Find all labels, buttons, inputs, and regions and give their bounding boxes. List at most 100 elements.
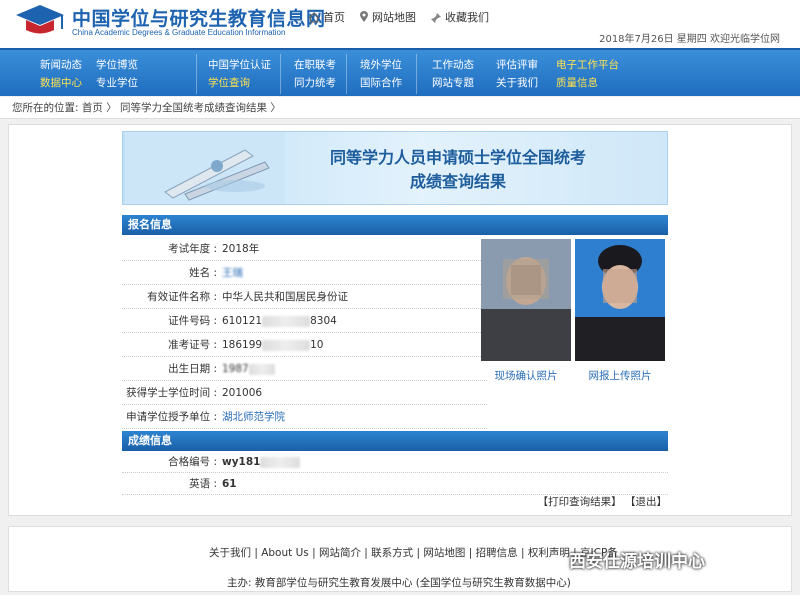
banner-title-line1: 同等学力人员申请硕士学位全国统考 <box>329 148 586 167</box>
nav-data-center[interactable]: 数据中心 <box>40 74 82 92</box>
nav-degree-query[interactable]: 学位查询 <box>208 74 271 92</box>
redacted-mask <box>260 456 301 468</box>
cert-number-label: 合格编号 : <box>168 456 217 468</box>
english-label: 英语 : <box>189 478 217 490</box>
home-link-label: 首页 <box>323 11 345 24</box>
person-photo-icon <box>481 239 571 361</box>
exit-button[interactable]: 【退出】 <box>625 496 667 508</box>
date-greeting: 2018年7月26日 星期四 欢迎光临学位网 <box>599 34 780 45</box>
site-footer: 关于我们 | About Us | 网站简介 | 联系方式 | 网站地图 | 招… <box>8 526 792 592</box>
bookmark-label: 收藏我们 <box>445 11 489 24</box>
home-link[interactable]: 首页 <box>308 9 345 25</box>
bookmark-link[interactable]: 收藏我们 <box>430 9 489 25</box>
nav-divider <box>346 54 347 94</box>
bachelor-date-value: 201006 <box>222 387 263 399</box>
degree-unit-value: 湖北师范学院 <box>222 411 285 423</box>
birth-date-label: 出生日期 : <box>168 363 217 375</box>
bookmark-icon <box>431 12 441 23</box>
nav-equivalent-exam[interactable]: 同力统考 <box>294 74 336 92</box>
info-row: 出生日期 : 1987 <box>122 357 487 381</box>
nav-quality-info[interactable]: 质量信息 <box>556 74 619 92</box>
exam-year-label: 考试年度 : <box>168 243 217 255</box>
id-number-value: 610121 8304 <box>222 315 337 327</box>
banner-title: 同等学力人员申请硕士学位全国统考 成绩查询结果 <box>293 146 623 194</box>
english-score-value: 61 <box>222 478 237 490</box>
nav-e-platform[interactable]: 电子工作平台 <box>556 56 619 74</box>
score-section-header: 成绩信息 <box>122 431 668 451</box>
redacted-mask <box>248 363 275 375</box>
nav-col-6: 工作动态 网站专题 <box>432 56 474 92</box>
info-row: 姓名 : 王瑞 <box>122 261 487 285</box>
nav-degree-certification[interactable]: 中国学位认证 <box>208 56 271 74</box>
id-type-value: 中华人民共和国居民身份证 <box>222 291 348 303</box>
site-map-link[interactable]: 网站地图 <box>359 9 416 25</box>
site-header: 中国学位与研究生教育信息网 China Academic Degrees & G… <box>0 0 800 48</box>
nav-news[interactable]: 新闻动态 <box>40 56 82 74</box>
redacted-mask <box>262 315 311 327</box>
nav-divider <box>280 54 281 94</box>
info-row: 考试年度 : 2018年 <box>122 237 487 261</box>
nav-work-news[interactable]: 工作动态 <box>432 56 474 74</box>
nav-evaluation[interactable]: 评估评审 <box>496 56 538 74</box>
upload-photo <box>575 239 665 361</box>
nav-col-1: 新闻动态 数据中心 <box>40 56 82 92</box>
home-icon <box>308 11 320 23</box>
id-number-label: 证件号码 : <box>168 315 217 327</box>
print-result-button[interactable]: 【打印查询结果】 <box>538 496 622 508</box>
result-banner: 同等学力人员申请硕士学位全国统考 成绩查询结果 <box>122 131 668 205</box>
name-value: 王瑞 <box>222 267 243 279</box>
birth-date-value: 1987 <box>222 357 275 381</box>
score-row: 英语 : 61 <box>122 473 668 495</box>
bachelor-date-label: 获得学士学位时间 : <box>126 387 217 399</box>
banner-title-line2: 成绩查询结果 <box>409 172 506 191</box>
nav-col-3: 中国学位认证 学位查询 <box>208 56 271 92</box>
nav-international[interactable]: 国际合作 <box>360 74 402 92</box>
nav-about-us[interactable]: 关于我们 <box>496 74 538 92</box>
nav-col-5: 境外学位 国际合作 <box>360 56 402 92</box>
redacted-mask <box>262 339 311 351</box>
main-nav: 新闻动态 数据中心 学位博览 专业学位 中国学位认证 学位查询 在职联考 同力统… <box>0 48 800 96</box>
footer-links[interactable]: 关于我们 | About Us | 网站简介 | 联系方式 | 网站地图 | 招… <box>209 545 618 560</box>
degree-unit-label: 申请学位授予单位 : <box>126 411 217 423</box>
result-panel: 同等学力人员申请硕士学位全国统考 成绩查询结果 报名信息 考试年度 : 2018… <box>8 124 792 516</box>
registration-section-header: 报名信息 <box>122 215 668 235</box>
person-photo-icon <box>575 239 665 361</box>
score-row: 合格编号 : wy181 <box>122 451 668 473</box>
cert-number-value: wy181 <box>222 451 301 473</box>
footer-host: 主办: 教育部学位与研究生教育发展中心 (全国学位与研究生教育数据中心) <box>227 577 571 589</box>
breadcrumb: 您所在的位置: 首页 〉 同等学力全国统考成绩查询结果 〉 <box>0 97 800 119</box>
exam-year-value: 2018年 <box>222 243 260 255</box>
nav-divider <box>416 54 417 94</box>
pens-illustration-icon <box>125 132 285 204</box>
nav-professional-degree[interactable]: 专业学位 <box>96 74 138 92</box>
onsite-photo-caption[interactable]: 现场确认照片 <box>481 368 571 383</box>
onsite-photo <box>481 239 571 361</box>
site-title[interactable]: 中国学位与研究生教育信息网 <box>72 4 326 31</box>
nav-overseas-degree[interactable]: 境外学位 <box>360 56 402 74</box>
info-row: 有效证件名称 : 中华人民共和国居民身份证 <box>122 285 487 309</box>
nav-col-4: 在职联考 同力统考 <box>294 56 336 92</box>
watermark-text: 西安仕源培训中心 <box>569 552 705 572</box>
info-row: 申请学位授予单位 : 湖北师范学院 <box>122 405 487 429</box>
map-pin-icon <box>360 11 368 22</box>
site-subtitle: China Academic Degrees & Graduate Educat… <box>72 28 286 37</box>
nav-degree-expo[interactable]: 学位博览 <box>96 56 138 74</box>
graduation-cap-logo-icon[interactable] <box>14 3 66 37</box>
site-map-label: 网站地图 <box>372 11 416 24</box>
result-actions: 【打印查询结果】 【退出】 <box>538 494 667 509</box>
nav-special-topics[interactable]: 网站专题 <box>432 74 474 92</box>
nav-col-8: 电子工作平台 质量信息 <box>556 56 619 92</box>
upload-photo-caption[interactable]: 网报上传照片 <box>575 368 665 383</box>
info-row: 准考证号 : 186199 10 <box>122 333 487 357</box>
top-links: 首页 网站地图 收藏我们 <box>308 9 489 25</box>
admission-number-value: 186199 10 <box>222 339 324 351</box>
nav-in-service-exam[interactable]: 在职联考 <box>294 56 336 74</box>
admission-number-label: 准考证号 : <box>168 339 217 351</box>
id-type-label: 有效证件名称 : <box>147 291 217 303</box>
info-row: 获得学士学位时间 : 201006 <box>122 381 487 405</box>
nav-divider <box>196 54 197 94</box>
nav-col-7: 评估评审 关于我们 <box>496 56 538 92</box>
nav-col-2: 学位博览 专业学位 <box>96 56 138 92</box>
name-label: 姓名 : <box>189 267 217 279</box>
info-row: 证件号码 : 610121 8304 <box>122 309 487 333</box>
